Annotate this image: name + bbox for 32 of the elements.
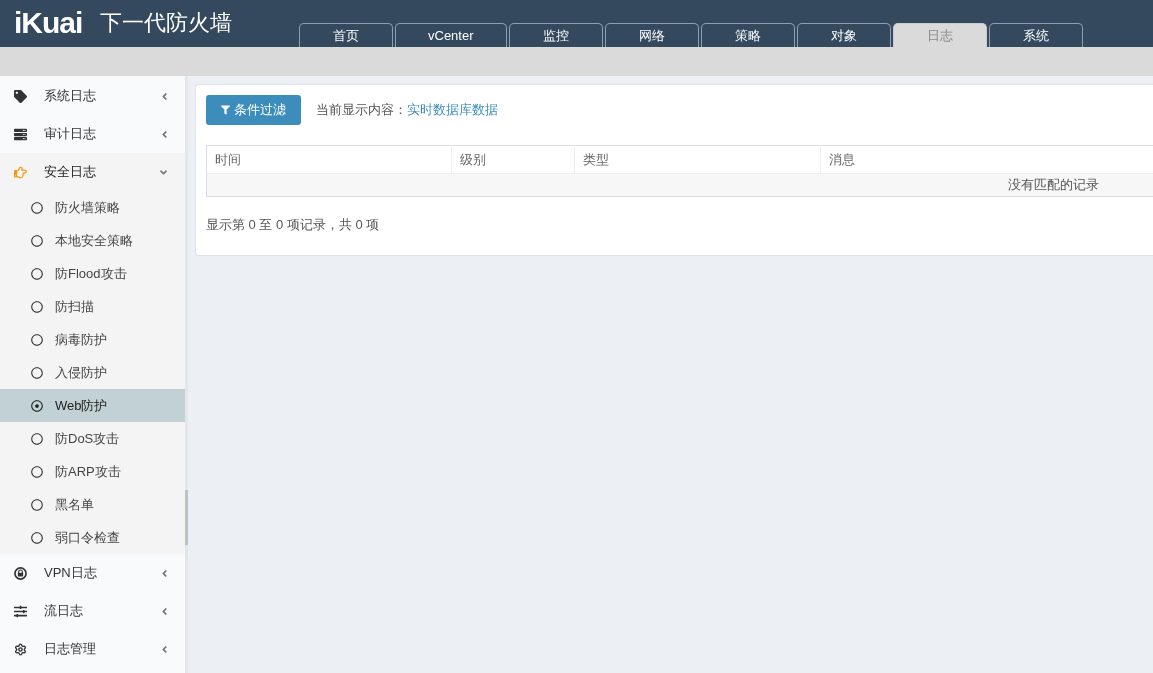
nav-tab[interactable]: 监控 (508, 23, 603, 47)
empty-message-cell: 没有匹配的记录 (206, 173, 1153, 197)
gear-icon (14, 642, 27, 656)
chevron-left-icon (161, 605, 168, 617)
column-header[interactable]: 级别 (451, 145, 575, 174)
chevron-left-icon (161, 567, 168, 579)
chevron-left-icon (161, 128, 168, 140)
nav-tab[interactable]: 策略 (700, 23, 795, 47)
app-title: 下一代防火墙 (100, 11, 233, 34)
nav-tab[interactable]: 网络 (604, 23, 699, 47)
column-header[interactable]: 消息 (820, 145, 1153, 174)
filter-icon (221, 105, 230, 115)
lock-icon (14, 566, 27, 580)
nav-tab[interactable]: 首页 (299, 23, 393, 47)
pagination-info: 显示第 0 至 0 项记录，共 0 项 (206, 217, 380, 232)
nav-tab[interactable]: 对象 (796, 23, 891, 47)
nav-tab[interactable]: vCenter (395, 23, 507, 47)
logo-text: iKuai (14, 7, 83, 38)
column-header[interactable]: 类型 (574, 145, 821, 174)
nav-tab[interactable]: 系统 (988, 23, 1083, 47)
scrollbar-thumb[interactable] (185, 490, 188, 545)
column-header[interactable]: 时间 (206, 145, 452, 174)
filter-button[interactable]: 条件过滤 (206, 95, 301, 125)
current-content-label: 当前显示内容： (316, 101, 407, 120)
submenu-item[interactable]: Web防护 (0, 389, 185, 422)
server-icon (14, 127, 27, 141)
current-content-link[interactable]: 实时数据库数据 (407, 100, 498, 120)
chevron-left-icon (161, 90, 168, 102)
chevron-left-icon (161, 643, 168, 655)
sliders-icon (14, 604, 27, 618)
tag-icon (14, 89, 27, 103)
hand-pointing-icon (14, 165, 27, 179)
